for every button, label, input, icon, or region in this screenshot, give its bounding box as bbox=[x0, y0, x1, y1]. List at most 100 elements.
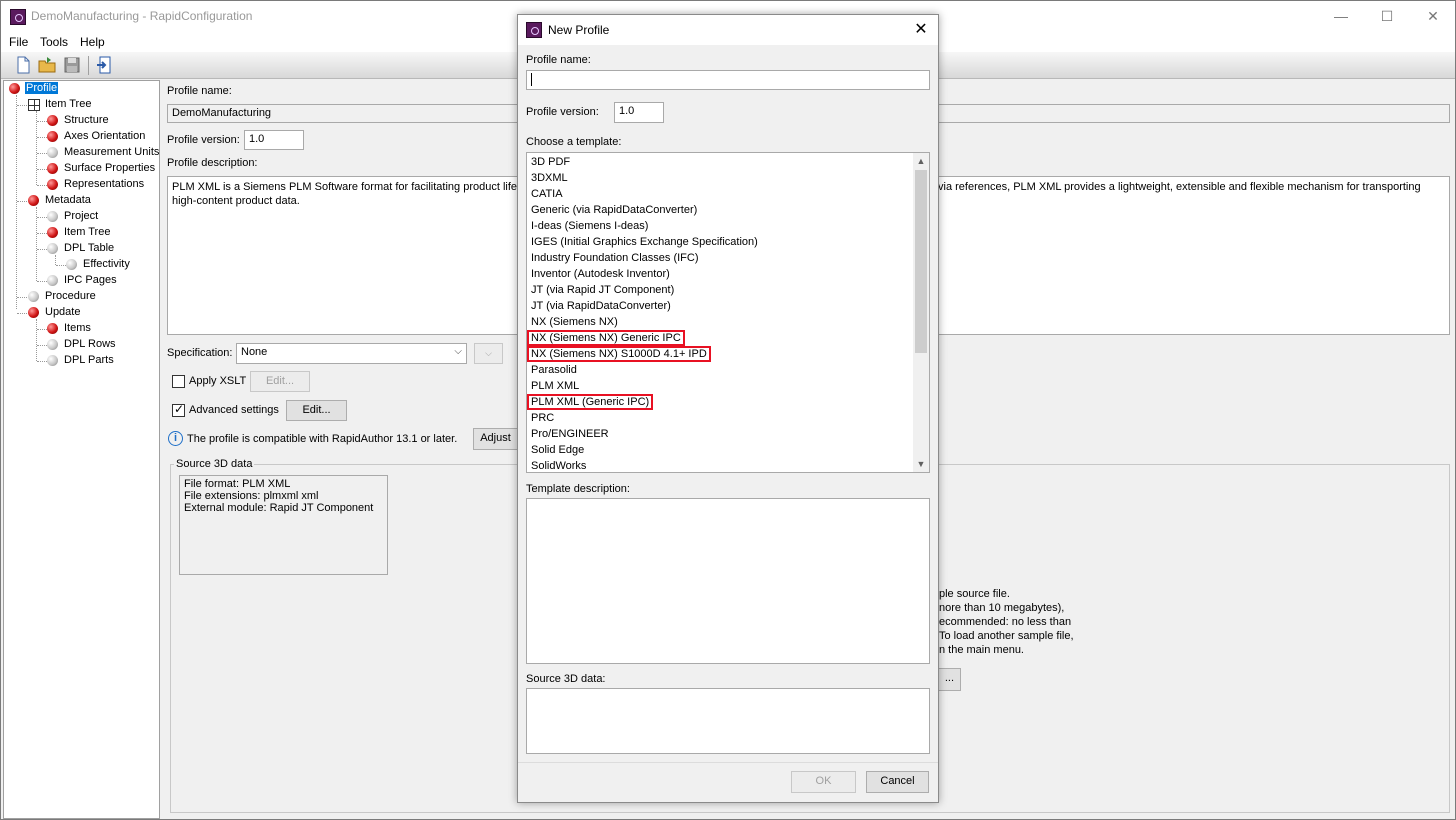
toolbar-separator bbox=[88, 56, 89, 75]
status-red-icon bbox=[28, 195, 39, 206]
advanced-settings-label: Advanced settings bbox=[189, 404, 279, 416]
template-item[interactable]: Pro/ENGINEER bbox=[530, 426, 610, 442]
ok-button[interactable]: OK bbox=[791, 771, 856, 793]
status-gray-icon bbox=[47, 339, 58, 350]
template-item[interactable]: Inventor (Autodesk Inventor) bbox=[530, 266, 671, 282]
dialog-footer: OK Cancel bbox=[518, 762, 938, 802]
menu-file[interactable]: File bbox=[9, 35, 28, 49]
sample-text-line-1: ple source file. bbox=[939, 588, 1010, 600]
template-item[interactable]: PRC bbox=[530, 410, 555, 426]
close-button[interactable]: ✕ bbox=[1410, 1, 1456, 32]
template-description-label: Template description: bbox=[526, 483, 630, 495]
profile-tree: Profile Item Tree Structure Axes Orienta… bbox=[3, 80, 160, 819]
specification-value: None bbox=[241, 346, 268, 358]
advanced-settings-checkbox[interactable] bbox=[172, 402, 185, 417]
item-tree-icon bbox=[28, 99, 40, 111]
status-red-icon bbox=[28, 307, 39, 318]
dialog-profile-version-label: Profile version: bbox=[526, 106, 599, 118]
status-red-icon bbox=[47, 179, 58, 190]
template-list-scrollbar[interactable]: ▲ ▼ bbox=[913, 153, 929, 472]
status-red-icon bbox=[9, 83, 20, 94]
status-red-icon bbox=[47, 115, 58, 126]
status-red-icon bbox=[47, 323, 58, 334]
sample-text-line-3: ecommended: no less than bbox=[939, 616, 1072, 628]
scroll-down-icon[interactable]: ▼ bbox=[913, 456, 929, 472]
status-red-icon bbox=[47, 131, 58, 142]
save-icon[interactable] bbox=[63, 56, 81, 74]
status-gray-icon bbox=[47, 275, 58, 286]
template-item[interactable]: JT (via RapidDataConverter) bbox=[530, 298, 672, 314]
template-item[interactable]: IGES (Initial Graphics Exchange Specific… bbox=[530, 234, 759, 250]
dialog-profile-name-label: Profile name: bbox=[526, 54, 591, 66]
status-red-icon bbox=[47, 227, 58, 238]
template-list[interactable]: 3D PDF 3DXML CATIA Generic (via RapidDat… bbox=[526, 152, 930, 473]
source-file-extensions: File extensions: plmxml xml bbox=[184, 490, 319, 502]
maximize-button[interactable]: ☐ bbox=[1364, 1, 1410, 32]
template-item[interactable]: I-deas (Siemens I-deas) bbox=[530, 218, 649, 234]
source-file-format: File format: PLM XML bbox=[184, 478, 291, 490]
import-icon[interactable] bbox=[96, 56, 114, 74]
cancel-button[interactable]: Cancel bbox=[866, 771, 929, 793]
source-3d-group-title: Source 3D data bbox=[174, 458, 255, 470]
template-item-highlighted[interactable]: NX (Siemens NX) S1000D 4.1+ IPD bbox=[527, 346, 711, 362]
dialog-source-3d-box bbox=[526, 688, 930, 754]
dialog-close-button[interactable]: ✕ bbox=[910, 19, 932, 41]
xslt-edit-button[interactable]: Edit... bbox=[250, 371, 310, 392]
template-item[interactable]: 3DXML bbox=[530, 170, 569, 186]
chevron-down-icon: ⌵ bbox=[454, 346, 462, 357]
dialog-profile-version-input[interactable]: 1.0 bbox=[614, 102, 664, 123]
template-item-highlighted[interactable]: PLM XML (Generic IPC) bbox=[527, 394, 654, 410]
new-profile-dialog: New Profile ✕ Profile name: Profile vers… bbox=[517, 14, 939, 803]
template-item[interactable]: Solid Edge bbox=[530, 442, 585, 458]
description-text-left-1: PLM XML is a Siemens PLM Software format… bbox=[172, 181, 534, 193]
dialog-source-3d-label: Source 3D data: bbox=[526, 673, 606, 685]
status-gray-icon bbox=[47, 243, 58, 254]
template-item[interactable]: Generic (via RapidDataConverter) bbox=[530, 202, 698, 218]
status-gray-icon bbox=[47, 211, 58, 222]
open-folder-icon[interactable] bbox=[38, 56, 56, 74]
profile-description-label: Profile description: bbox=[167, 157, 258, 169]
source-external-module: External module: Rapid JT Component bbox=[184, 502, 374, 514]
template-item[interactable]: SolidWorks bbox=[530, 458, 587, 472]
minimize-button[interactable]: — bbox=[1318, 1, 1364, 32]
template-item[interactable]: NX (Siemens NX) bbox=[530, 314, 619, 330]
dialog-title: New Profile bbox=[548, 23, 610, 37]
apply-xslt-label: Apply XSLT bbox=[189, 375, 247, 387]
dialog-profile-name-input[interactable] bbox=[526, 70, 930, 90]
status-red-icon bbox=[47, 163, 58, 174]
window-title: DemoManufacturing - RapidConfiguration bbox=[31, 9, 253, 23]
status-gray-icon bbox=[47, 147, 58, 158]
sample-text-line-4: To load another sample file, bbox=[939, 630, 1074, 642]
menu-help[interactable]: Help bbox=[80, 35, 105, 49]
sample-text-line-2: nore than 10 megabytes), bbox=[939, 602, 1065, 614]
info-icon: i bbox=[168, 431, 183, 446]
new-file-icon[interactable] bbox=[14, 56, 32, 74]
scroll-thumb[interactable] bbox=[915, 170, 927, 353]
app-icon bbox=[526, 22, 542, 38]
scroll-up-icon[interactable]: ▲ bbox=[913, 153, 929, 169]
template-item[interactable]: JT (via Rapid JT Component) bbox=[530, 282, 675, 298]
description-text-left-2: high-content product data. bbox=[172, 195, 300, 207]
text-cursor bbox=[531, 73, 532, 86]
profile-version-field[interactable]: 1.0 bbox=[244, 130, 304, 150]
profile-name-label: Profile name: bbox=[167, 85, 232, 97]
template-item[interactable]: CATIA bbox=[530, 186, 564, 202]
template-item[interactable]: 3D PDF bbox=[530, 154, 571, 170]
specification-label: Specification: bbox=[167, 347, 233, 359]
specification-extra-button[interactable]: ⌵ bbox=[474, 343, 503, 364]
status-gray-icon bbox=[47, 355, 58, 366]
template-item[interactable]: Industry Foundation Classes (IFC) bbox=[530, 250, 700, 266]
menu-tools[interactable]: Tools bbox=[40, 35, 68, 49]
profile-version-label: Profile version: bbox=[167, 134, 240, 146]
adjust-button[interactable]: Adjust bbox=[473, 428, 518, 450]
template-item-highlighted[interactable]: NX (Siemens NX) Generic IPC bbox=[527, 330, 685, 346]
template-item[interactable]: Parasolid bbox=[530, 362, 578, 378]
dialog-title-bar: New Profile ✕ bbox=[518, 15, 938, 45]
status-gray-icon bbox=[66, 259, 77, 270]
specification-select[interactable]: None ⌵ bbox=[236, 343, 467, 364]
sample-text-line-5: n the main menu. bbox=[939, 644, 1024, 656]
compatibility-text: The profile is compatible with RapidAuth… bbox=[187, 433, 458, 445]
template-item[interactable]: PLM XML bbox=[530, 378, 580, 394]
apply-xslt-checkbox[interactable] bbox=[172, 375, 185, 388]
advanced-edit-button[interactable]: Edit... bbox=[286, 400, 347, 421]
